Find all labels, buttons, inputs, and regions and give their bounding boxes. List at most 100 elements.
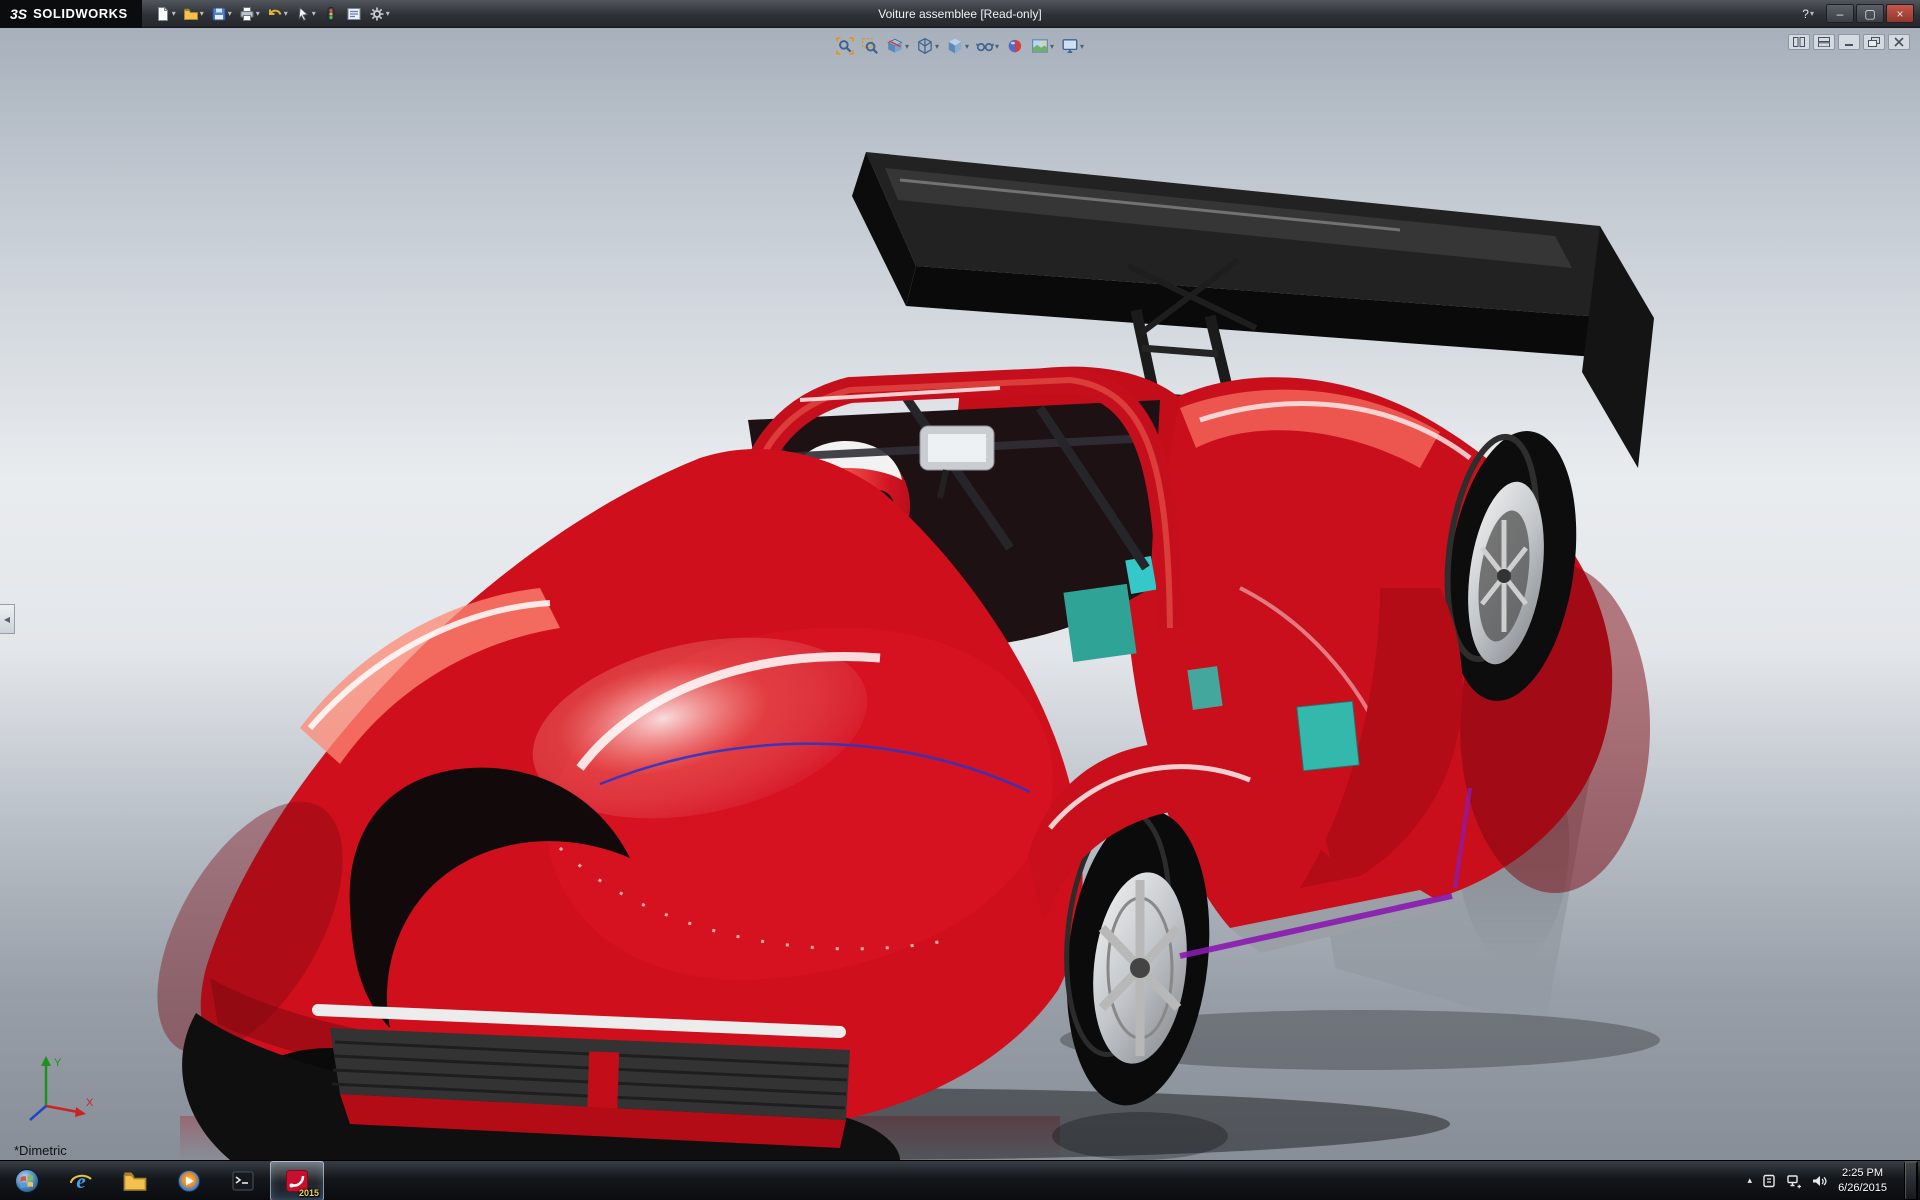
new-button[interactable]: ▾	[152, 2, 179, 26]
undo-arrow-icon	[267, 6, 283, 22]
logo-text: SOLIDWORKS	[33, 6, 128, 21]
internet-explorer-button[interactable]: e	[54, 1161, 108, 1200]
command-prompt-button[interactable]	[216, 1161, 270, 1200]
x-axis-label: X	[86, 1097, 94, 1109]
action-center-icon	[1761, 1173, 1777, 1189]
view-orientation-cube-icon	[916, 37, 934, 55]
view-orientation-label: *Dimetric	[14, 1143, 67, 1158]
tile-horizontal-button[interactable]	[1813, 34, 1835, 50]
close-button[interactable]: ×	[1886, 4, 1914, 23]
headsup-toolbar: ▾ ▾ ▾ ▾ ▾ ▾	[833, 34, 1087, 58]
action-center-button[interactable]	[1761, 1173, 1777, 1189]
windows-explorer-button[interactable]	[108, 1161, 162, 1200]
apply-scene-button[interactable]: ▾	[1028, 34, 1057, 58]
model-3d-view[interactable]	[0, 28, 1920, 1160]
minimize-document-button[interactable]	[1838, 34, 1860, 50]
start-button[interactable]	[0, 1161, 54, 1200]
open-folder-icon	[183, 6, 199, 22]
hide-show-items-button[interactable]: ▾	[973, 34, 1002, 58]
taskbar: e 2015 ▴	[0, 1160, 1920, 1200]
minimize-icon	[1843, 37, 1855, 47]
display-style-button[interactable]: ▾	[943, 34, 972, 58]
standard-toolbar: ▾ ▾ ▾ ▾ ▾ ▾ ▾	[142, 2, 393, 26]
file-properties-icon	[346, 6, 362, 22]
volume-button[interactable]	[1811, 1173, 1827, 1189]
window-controls: ?▾ – ▢ ×	[1802, 4, 1920, 23]
help-button[interactable]: ?▾	[1802, 7, 1814, 21]
command-prompt-icon	[230, 1168, 256, 1194]
zoom-to-fit-icon	[836, 37, 854, 55]
clock-time: 2:25 PM	[1838, 1166, 1887, 1181]
view-orientation-button[interactable]: ▾	[913, 34, 942, 58]
edit-appearance-button[interactable]	[1003, 34, 1027, 58]
zoom-to-fit-button[interactable]	[833, 34, 857, 58]
tile-horizontal-icon	[1818, 37, 1830, 47]
volume-icon	[1811, 1173, 1827, 1189]
orientation-triad: Y X	[14, 1048, 104, 1138]
section-view-button[interactable]: ▾	[883, 34, 912, 58]
close-document-button[interactable]	[1888, 34, 1910, 50]
z-axis	[30, 1106, 46, 1120]
scene-icon	[1031, 37, 1049, 55]
dropdown-arrow-icon: ▾	[172, 9, 176, 18]
dropdown-arrow-icon: ▾	[1050, 42, 1054, 51]
save-button[interactable]: ▾	[208, 2, 235, 26]
view-settings-icon	[1061, 37, 1079, 55]
media-player-button[interactable]	[162, 1161, 216, 1200]
options-button[interactable]: ▾	[366, 2, 393, 26]
dropdown-arrow-icon: ▾	[284, 9, 288, 18]
side-window[interactable]	[1297, 701, 1359, 771]
dropdown-arrow-icon: ▾	[312, 9, 316, 18]
media-player-icon	[176, 1168, 202, 1194]
open-button[interactable]: ▾	[180, 2, 207, 26]
gear-icon	[369, 6, 385, 22]
taskbar-clock[interactable]: 2:25 PM 6/26/2015	[1836, 1166, 1895, 1196]
y-axis-label: Y	[54, 1057, 62, 1069]
rebuild-traffic-light-icon	[323, 6, 339, 22]
folder-icon	[122, 1168, 148, 1194]
minimize-button[interactable]: –	[1826, 4, 1854, 23]
select-button[interactable]: ▾	[292, 2, 319, 26]
graphics-area[interactable]: ▾ ▾ ▾ ▾ ▾ ▾ ◀ Y X *Dimetric	[0, 28, 1920, 1160]
rebuild-button[interactable]	[320, 2, 342, 26]
tile-vertical-button[interactable]	[1788, 34, 1810, 50]
glasses-icon	[976, 37, 994, 55]
network-button[interactable]	[1786, 1173, 1802, 1189]
network-icon	[1786, 1173, 1802, 1189]
title-bar: 3S SOLIDWORKS ▾ ▾ ▾ ▾ ▾ ▾ ▾ Voiture asse…	[0, 0, 1920, 28]
y-axis-arrow	[41, 1056, 51, 1066]
tile-vertical-icon	[1793, 37, 1805, 47]
view-settings-button[interactable]: ▾	[1058, 34, 1087, 58]
dropdown-arrow-icon: ▾	[905, 42, 909, 51]
dropdown-arrow-icon: ▾	[256, 9, 260, 18]
clock-date: 6/26/2015	[1838, 1181, 1887, 1196]
seat-headrest	[1063, 584, 1136, 662]
section-view-icon	[886, 37, 904, 55]
printer-icon	[239, 6, 255, 22]
window-title: Voiture assemblee [Read-only]	[878, 7, 1041, 21]
undo-button[interactable]: ▾	[264, 2, 291, 26]
windows-start-icon	[14, 1168, 40, 1194]
dropdown-arrow-icon: ▾	[200, 9, 204, 18]
restore-document-button[interactable]	[1863, 34, 1885, 50]
dropdown-arrow-icon: ▾	[965, 42, 969, 51]
zoom-to-area-button[interactable]	[858, 34, 882, 58]
system-tray: ▴ 2:25 PM 6/26/2015	[1748, 1161, 1920, 1200]
select-cursor-icon	[295, 6, 311, 22]
dropdown-arrow-icon: ▾	[1080, 42, 1084, 51]
restore-icon	[1868, 37, 1880, 47]
print-button[interactable]: ▾	[236, 2, 263, 26]
show-hidden-icons-button[interactable]: ▴	[1748, 1175, 1753, 1186]
dropdown-arrow-icon: ▾	[228, 9, 232, 18]
svg-text:e: e	[76, 1169, 85, 1193]
solidworks-taskbar-button[interactable]: 2015	[270, 1161, 324, 1200]
help-label: ?	[1802, 7, 1809, 21]
dropdown-arrow-icon: ▾	[1810, 9, 1814, 18]
dropdown-arrow-icon: ▾	[386, 9, 390, 18]
panel-collapse-tab[interactable]: ◀	[0, 604, 15, 634]
solidworks-logo: 3S SOLIDWORKS	[0, 0, 142, 28]
show-desktop-button[interactable]	[1904, 1161, 1918, 1200]
restore-button[interactable]: ▢	[1856, 4, 1884, 23]
dropdown-arrow-icon: ▾	[995, 42, 999, 51]
file-properties-button[interactable]	[343, 2, 365, 26]
